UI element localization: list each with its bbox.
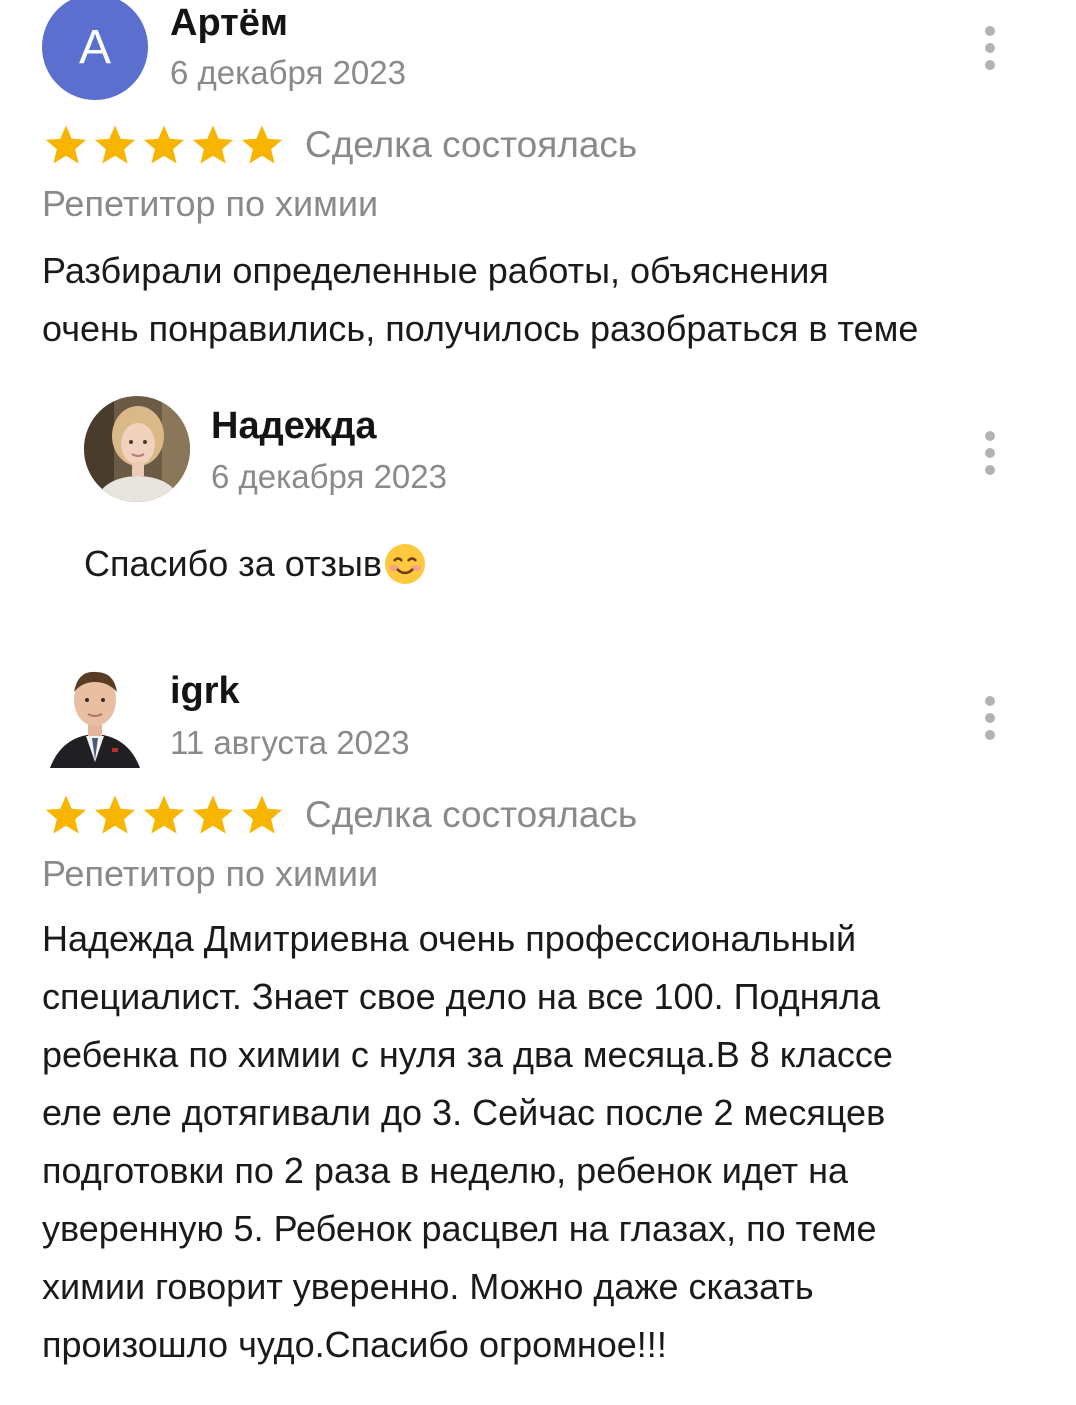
avatar[interactable] xyxy=(42,662,148,768)
kebab-dot-icon xyxy=(985,60,995,70)
star-icon xyxy=(241,795,283,834)
review-author-name[interactable]: Артём xyxy=(170,2,288,45)
star-rating xyxy=(44,124,284,166)
star-icon xyxy=(45,795,87,834)
star-icon xyxy=(192,125,234,164)
star-icon xyxy=(143,125,185,164)
more-options-button[interactable] xyxy=(984,696,996,740)
star-icon xyxy=(241,125,283,164)
review-text: Разбирали определенные работы, объяснени… xyxy=(42,242,918,358)
review-author-name[interactable]: igrk xyxy=(170,670,240,713)
review-text-line: очень понравились, получилось разобратьс… xyxy=(42,308,919,349)
review-date: 6 декабря 2023 xyxy=(170,54,406,91)
reply-date: 6 декабря 2023 xyxy=(211,458,447,495)
avatar-photo-icon xyxy=(84,396,190,502)
reply-text-content: Спасибо за отзыв xyxy=(84,543,383,584)
star-icon xyxy=(94,795,136,834)
review-text-line: ребенка по химии с нуля за два месяца.В … xyxy=(42,1034,893,1075)
star-icon xyxy=(45,125,87,164)
service-name: Репетитор по химии xyxy=(42,183,379,224)
kebab-dot-icon xyxy=(985,431,995,441)
star-icon xyxy=(94,125,136,164)
review-text-line: уверенную 5. Ребенок расцвел на глазах, … xyxy=(42,1208,877,1249)
review-text-line: подготовки по 2 раза в неделю, ребенок и… xyxy=(42,1150,849,1191)
more-options-button[interactable] xyxy=(984,26,996,70)
deal-status: Сделка состоялась xyxy=(305,124,638,165)
review-date: 11 августа 2023 xyxy=(170,724,410,761)
kebab-dot-icon xyxy=(985,696,995,706)
reply-text: Спасибо за отзыв xyxy=(84,535,427,593)
review-text: Надежда Дмитриевна очень профессиональны… xyxy=(42,910,893,1374)
avatar-photo-icon xyxy=(42,662,148,768)
review-text-line: Разбирали определенные работы, объяснени… xyxy=(42,250,829,291)
star-icon xyxy=(143,795,185,834)
kebab-dot-icon xyxy=(985,465,995,475)
avatar[interactable] xyxy=(84,396,190,502)
star-icon xyxy=(192,795,234,834)
kebab-dot-icon xyxy=(985,448,995,458)
deal-status: Сделка состоялась xyxy=(305,794,638,835)
kebab-dot-icon xyxy=(985,26,995,36)
review-text-line: еле еле дотягивали до 3. Сейчас после 2 … xyxy=(42,1092,886,1133)
more-options-button[interactable] xyxy=(984,431,996,475)
kebab-dot-icon xyxy=(985,713,995,723)
review-text-line: Надежда Дмитриевна очень профессиональны… xyxy=(42,918,857,959)
service-name: Репетитор по химии xyxy=(42,853,379,894)
review-text-line: химии говорит уверенно. Можно даже сказа… xyxy=(42,1266,814,1307)
avatar[interactable]: А xyxy=(42,0,148,100)
review-text-line: произошло чудо.Спасибо огромное!!! xyxy=(42,1324,667,1365)
smiling-face-emoji-icon xyxy=(385,544,426,584)
kebab-dot-icon xyxy=(985,43,995,53)
star-rating xyxy=(44,794,284,836)
review-text-line: специалист. Знает свое дело на все 100. … xyxy=(42,976,881,1017)
kebab-dot-icon xyxy=(985,730,995,740)
reply-author-name[interactable]: Надежда xyxy=(211,405,377,448)
